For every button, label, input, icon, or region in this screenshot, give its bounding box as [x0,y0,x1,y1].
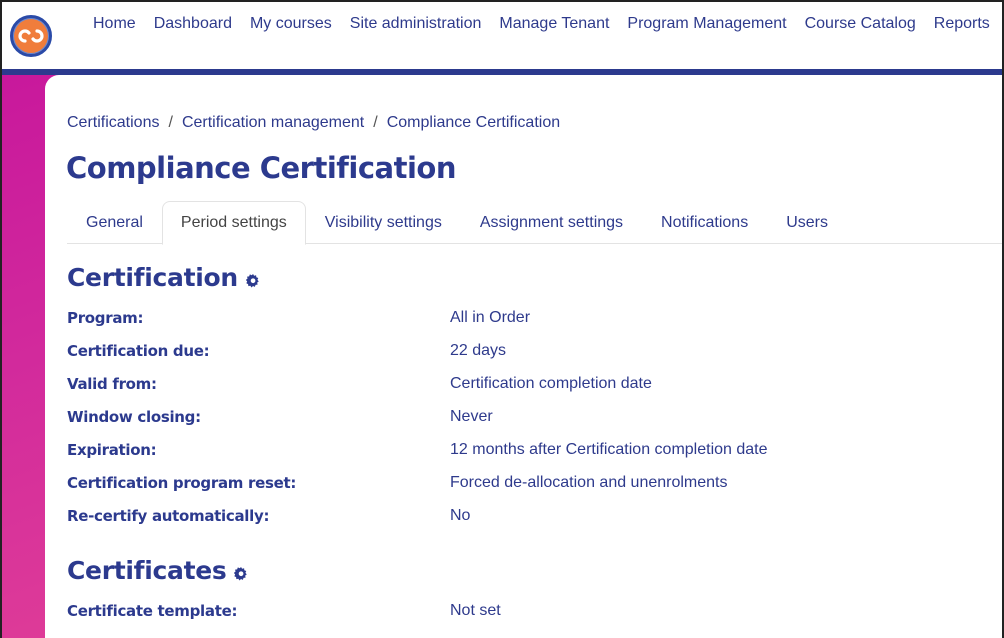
infinity-logo-icon [18,29,44,43]
field-label-program: Program: [67,308,144,327]
certificates-fields: Certificate template: Not set [67,594,967,627]
page-title: Compliance Certification [66,151,456,185]
nav-home[interactable]: Home [84,14,145,34]
section-title-text: Certification [67,263,238,292]
field-value-valid-from: Certification completion date [450,374,652,392]
tab-assignment-settings[interactable]: Assignment settings [461,201,642,244]
tab-notifications[interactable]: Notifications [642,201,767,244]
nav-my-courses[interactable]: My courses [241,14,341,34]
field-value-certification-due: 22 days [450,341,507,359]
breadcrumb-separator: / [168,114,173,131]
field-value-certificate-template: Not set [450,601,501,619]
field-row: Certificate template: Not set [67,594,967,627]
nav-reports[interactable]: Reports [925,14,999,34]
field-label-valid-from: Valid from: [67,374,157,393]
breadcrumb-certifications[interactable]: Certifications [67,114,159,132]
gear-icon[interactable] [245,273,260,288]
gear-icon[interactable] [234,566,248,581]
field-label-expiration: Expiration: [67,440,157,459]
main-content: Certifications / Certification managemen… [45,75,1002,638]
field-value-window-closing: Never [450,407,493,425]
primary-nav: Home Dashboard My courses Site administr… [84,14,999,34]
field-label-certification-due: Certification due: [67,341,210,360]
nav-site-administration[interactable]: Site administration [341,14,491,34]
tab-users[interactable]: Users [767,201,847,244]
section-title-text: Certificates [67,556,227,585]
field-row: Certification program reset: Forced de-a… [67,466,967,499]
breadcrumb-compliance-certification[interactable]: Compliance Certification [387,114,560,132]
field-value-program-reset: Forced de-allocation and unenrolments [450,473,728,491]
tab-bar: General Period settings Visibility setti… [67,201,1002,245]
field-row: Re-certify automatically: No [67,499,967,532]
tab-period-settings[interactable]: Period settings [161,201,306,245]
field-label-recertify: Re-certify automatically: [67,506,270,525]
field-row: Valid from: Certification completion dat… [67,367,967,400]
field-value-expiration: 12 months after Certification completion… [450,440,768,458]
breadcrumb: Certifications / Certification managemen… [67,114,560,132]
nav-course-catalog[interactable]: Course Catalog [796,14,925,34]
field-value-program: All in Order [450,308,531,326]
field-label-program-reset: Certification program reset: [67,473,297,492]
nav-manage-tenant[interactable]: Manage Tenant [490,14,618,34]
breadcrumb-separator: / [373,114,378,131]
nav-dashboard[interactable]: Dashboard [145,14,241,34]
field-value-recertify: No [450,506,471,524]
section-certificates-title: Certificates [67,556,248,585]
breadcrumb-certification-management[interactable]: Certification management [182,114,364,132]
field-row: Expiration: 12 months after Certificatio… [67,433,967,466]
top-navbar: Home Dashboard My courses Site administr… [2,2,1002,70]
field-row: Certification due: 22 days [67,334,967,367]
field-row: Program: All in Order [67,301,967,334]
field-row: Window closing: Never [67,400,967,433]
tab-general[interactable]: General [67,201,162,244]
field-label-certificate-template: Certificate template: [67,601,238,620]
nav-program-management[interactable]: Program Management [618,14,795,34]
section-certification-title: Certification [67,263,260,292]
field-label-window-closing: Window closing: [67,407,201,426]
certification-fields: Program: All in Order Certification due:… [67,301,967,532]
tab-visibility-settings[interactable]: Visibility settings [306,201,461,244]
site-logo[interactable] [10,15,52,57]
